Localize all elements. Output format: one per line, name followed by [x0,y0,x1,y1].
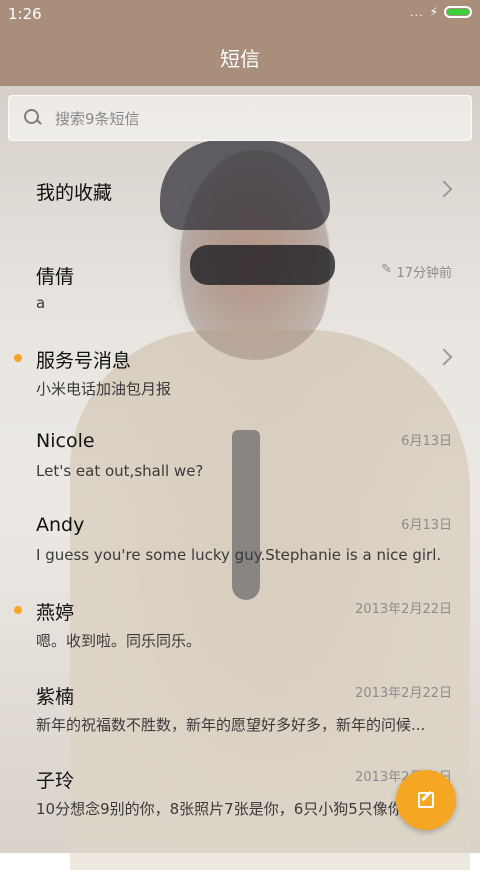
unread-dot-icon [14,354,22,362]
compose-icon [418,792,434,808]
charging-icon: ⚡ [429,5,438,19]
status-bar: 1:26 ... ⚡ [0,0,480,28]
conversation-favorites[interactable]: 我的收藏 [0,150,480,234]
conversation-yanting[interactable]: 燕婷 嗯。收到啦。同乐同乐。 2013年2月22日 [0,570,480,654]
conversation-preview: 新年的祝福数不胜数，新年的愿望好多好多，新年的问候... [36,716,426,734]
conversation-qianqian[interactable]: 倩倩 a ✎ 17分钟前 [0,234,480,318]
search-bar[interactable]: 搜索9条短信 [8,95,472,141]
conversation-service-messages[interactable]: 服务号消息 小米电话加油包月报 [0,318,480,402]
conversation-preview: I guess you're some lucky guy.Stephanie … [36,546,442,564]
conversation-name: Andy [36,514,85,536]
conversation-name: 燕婷 [36,602,75,624]
conversation-name: 子玲 [36,770,75,792]
chevron-right-icon [435,348,453,366]
status-time: 1:26 [8,5,42,23]
signal-icon: ... [410,5,424,19]
chevron-right-icon [435,180,453,198]
conversation-date: 6月13日 [401,434,452,449]
battery-icon [444,6,472,18]
conversation-nicole[interactable]: Nicole Let's eat out,shall we? 6月13日 [0,402,480,486]
conversation-name: 我的收藏 [36,182,113,204]
conversation-name: 倩倩 [36,266,75,288]
conversation-date: 17分钟前 [396,266,452,281]
conversation-name: 紫楠 [36,686,75,708]
search-placeholder: 搜索9条短信 [55,109,140,128]
conversation-date: 6月13日 [401,518,452,533]
conversation-name: Nicole [36,430,95,452]
conversation-date: 2013年2月22日 [355,602,452,617]
status-icons: ... ⚡ [410,5,472,19]
unread-dot-icon [14,606,22,614]
conversation-preview: Let's eat out,shall we? [36,462,204,480]
conversation-andy[interactable]: Andy I guess you're some lucky guy.Steph… [0,486,480,570]
conversation-preview: 小米电话加油包月报 [36,380,172,398]
conversation-date: 2013年2月22日 [355,686,452,701]
conversation-preview: 嗯。收到啦。同乐同乐。 [36,632,202,650]
conversation-name: 服务号消息 [36,350,132,372]
conversation-list: 我的收藏 倩倩 a ✎ 17分钟前 服务号消息 小米电话加油包月报 Nicole… [0,150,480,822]
search-icon [23,108,43,128]
conversation-preview: 10分想念9别的你，8张照片7张是你，6只小狗5只像你... [36,800,418,818]
page-title: 短信 [0,28,480,86]
conversation-zinan[interactable]: 紫楠 新年的祝福数不胜数，新年的愿望好多好多，新年的问候... 2013年2月2… [0,654,480,738]
conversation-preview: a [36,294,46,312]
compose-button[interactable] [396,770,456,830]
draft-pencil-icon: ✎ [381,262,392,277]
